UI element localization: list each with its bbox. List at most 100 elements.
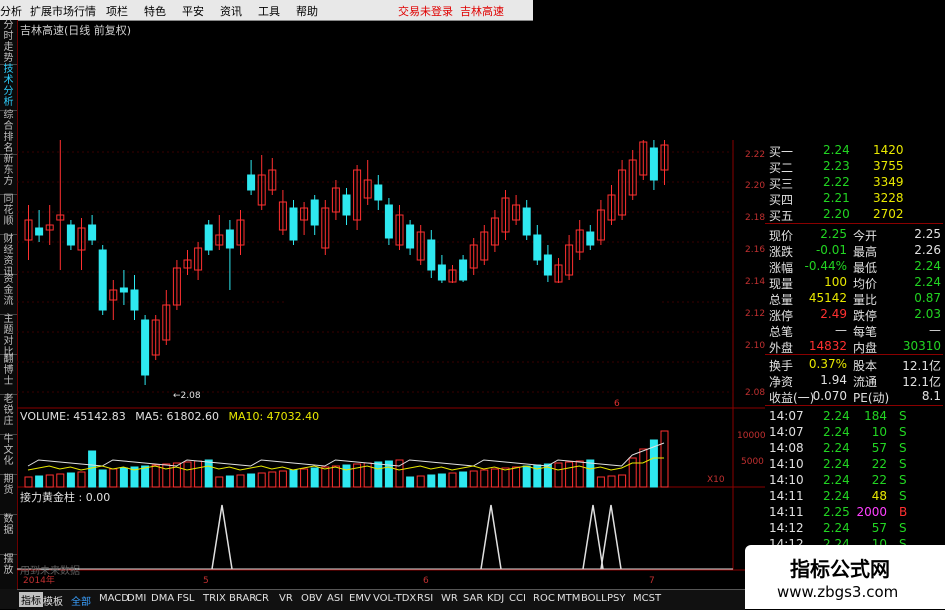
tick-row[interactable]: 14:11 2.24 48 S [765, 488, 943, 504]
tab-fsl[interactable]: FSL [177, 593, 195, 604]
menu-analysis[interactable]: 分析 [0, 3, 22, 19]
bid-row[interactable]: 买二 2.23 3755 [765, 158, 943, 175]
tab-obv[interactable]: OBV [301, 593, 322, 604]
candle-body [342, 194, 351, 216]
stock-link[interactable]: 吉林高速 [460, 3, 504, 19]
tab-dma[interactable]: DMA [151, 593, 174, 604]
tab-vol-tdx[interactable]: VOL-TDX [373, 593, 416, 604]
stat-row[interactable]: 收益(一) 0.070 PE(动) 8.1 [765, 388, 943, 405]
tick-volume: 2000 [856, 505, 887, 519]
left-tab-8[interactable]: 翻博士 [0, 354, 17, 395]
low-price-marker: ←2.08 [173, 391, 201, 401]
left-tab-6[interactable]: 资金流 [0, 274, 17, 315]
tick-price: 2.24 [823, 409, 850, 423]
tick-row[interactable]: 14:10 2.24 22 S [765, 456, 943, 472]
candle-body [130, 289, 139, 311]
stat-row[interactable]: 总量 45142 量比 0.87 [765, 290, 943, 307]
volume-bar [448, 472, 457, 488]
menu-news[interactable]: 资讯 [220, 3, 242, 19]
tab-emv[interactable]: EMV [349, 593, 371, 604]
tab-cr[interactable]: CR [255, 593, 269, 604]
tick-volume: 22 [871, 473, 887, 487]
volume-bar [469, 470, 478, 488]
stat-row[interactable]: 涨幅 -0.44% 最低 2.24 [765, 258, 943, 275]
menu-column[interactable]: 项栏 [106, 3, 128, 19]
left-tab-12[interactable]: 数据 [0, 514, 17, 555]
left-tab-9[interactable]: 老锐庄 [0, 394, 17, 435]
tab-brar[interactable]: BRAR [229, 593, 256, 604]
menu-features[interactable]: 特色 [144, 3, 166, 19]
menu-extended-market[interactable]: 扩展市场行情 [30, 3, 96, 19]
tab-trix[interactable]: TRIX [203, 593, 226, 604]
stat-value: -0.44% [804, 259, 847, 273]
tab-wr[interactable]: WR [441, 593, 458, 604]
candle-body [437, 264, 446, 281]
tab-roc[interactable]: ROC [533, 593, 555, 604]
stat-row[interactable]: 现价 2.25 今开 2.25 [765, 226, 943, 243]
login-status[interactable]: 交易未登录 [398, 3, 453, 19]
tab-rsi[interactable]: RSI [417, 593, 433, 604]
tick-row[interactable]: 14:07 2.24 184 S [765, 408, 943, 424]
tab-全部[interactable]: 全部 [71, 593, 91, 608]
tick-row[interactable]: 14:12 2.24 57 S [765, 520, 943, 536]
stat-value: 100 [824, 275, 847, 289]
menu-tools[interactable]: 工具 [258, 3, 280, 19]
left-tab-11[interactable]: 期货 [0, 474, 17, 515]
menu-pingan[interactable]: 平安 [182, 3, 204, 19]
volume-bar [289, 469, 298, 488]
tab-macd[interactable]: MACD [99, 593, 129, 604]
tab-psy[interactable]: PSY [607, 593, 626, 604]
tick-time: 14:11 [769, 489, 804, 503]
tick-time: 14:10 [769, 473, 804, 487]
left-tab-10[interactable]: 牛文化 [0, 434, 17, 475]
stat-row[interactable]: 涨停 2.49 跌停 2.03 [765, 306, 943, 323]
candle-body [459, 259, 468, 281]
stat-row[interactable]: 外盘 14832 内盘 30310 [765, 338, 943, 355]
volume-bar [374, 461, 383, 488]
tab-cci[interactable]: CCI [509, 593, 526, 604]
tick-row[interactable]: 14:08 2.24 57 S [765, 440, 943, 456]
bid-row[interactable]: 买一 2.24 1420 [765, 142, 943, 159]
tab-asi[interactable]: ASI [327, 593, 343, 604]
stat-row[interactable]: 涨跌 -0.01 最高 2.26 [765, 242, 943, 259]
tick-price: 2.24 [823, 473, 850, 487]
tab-dmi[interactable]: DMI [127, 593, 146, 604]
left-tab-7[interactable]: 主题对比 [0, 314, 17, 358]
watermark: 指标公式网 www.zbgs3.com [745, 545, 945, 609]
left-tab-2[interactable]: 综合排名 [0, 110, 17, 155]
tick-price: 2.24 [823, 457, 850, 471]
indicator-spike [582, 504, 604, 570]
tab-mcst[interactable]: MCST [633, 593, 661, 604]
stat-value: 1.94 [820, 373, 847, 387]
bid-row[interactable]: 买四 2.21 3228 [765, 190, 943, 207]
tab-vr[interactable]: VR [279, 593, 293, 604]
left-tab-4[interactable]: 同花顺 [0, 194, 17, 235]
tick-side: S [899, 521, 907, 535]
volume-bar [459, 471, 468, 488]
candle-body [374, 184, 383, 201]
menu-help[interactable]: 帮助 [296, 3, 318, 19]
tab-模板[interactable]: 模板 [43, 593, 63, 608]
tick-row[interactable]: 14:11 2.25 2000 B [765, 504, 943, 520]
tab-kdj[interactable]: KDJ [487, 593, 504, 604]
left-tab-5[interactable]: 财经资讯 [0, 234, 17, 278]
tab-boll[interactable]: BOLL [581, 593, 607, 604]
stat-row[interactable]: 总笔 — 每笔 — [765, 322, 943, 339]
volume-bar [331, 465, 340, 488]
stat-row[interactable]: 净资 1.94 流通 12.1亿 [765, 372, 943, 389]
stat-value: 14832 [808, 339, 847, 353]
tab-mtm[interactable]: MTM [557, 593, 580, 604]
bid-row[interactable]: 买五 2.20 2702 [765, 206, 943, 223]
stat-row[interactable]: 换手 0.37% 股本 12.1亿 [765, 356, 943, 373]
tick-row[interactable]: 14:10 2.24 22 S [765, 472, 943, 488]
left-tab-0[interactable]: 分时走势 [0, 20, 17, 65]
bid-row[interactable]: 买三 2.22 3349 [765, 174, 943, 191]
tab-指标[interactable]: 指标 [19, 592, 43, 607]
left-tab-1[interactable]: 技术分析 [0, 64, 17, 111]
obscured-region [285, 283, 661, 325]
tick-volume: 10 [871, 425, 887, 439]
left-tab-3[interactable]: 新东方 [0, 154, 17, 195]
tab-sar[interactable]: SAR [463, 593, 483, 604]
tick-row[interactable]: 14:07 2.24 10 S [765, 424, 943, 440]
stat-row[interactable]: 现量 100 均价 2.24 [765, 274, 943, 291]
